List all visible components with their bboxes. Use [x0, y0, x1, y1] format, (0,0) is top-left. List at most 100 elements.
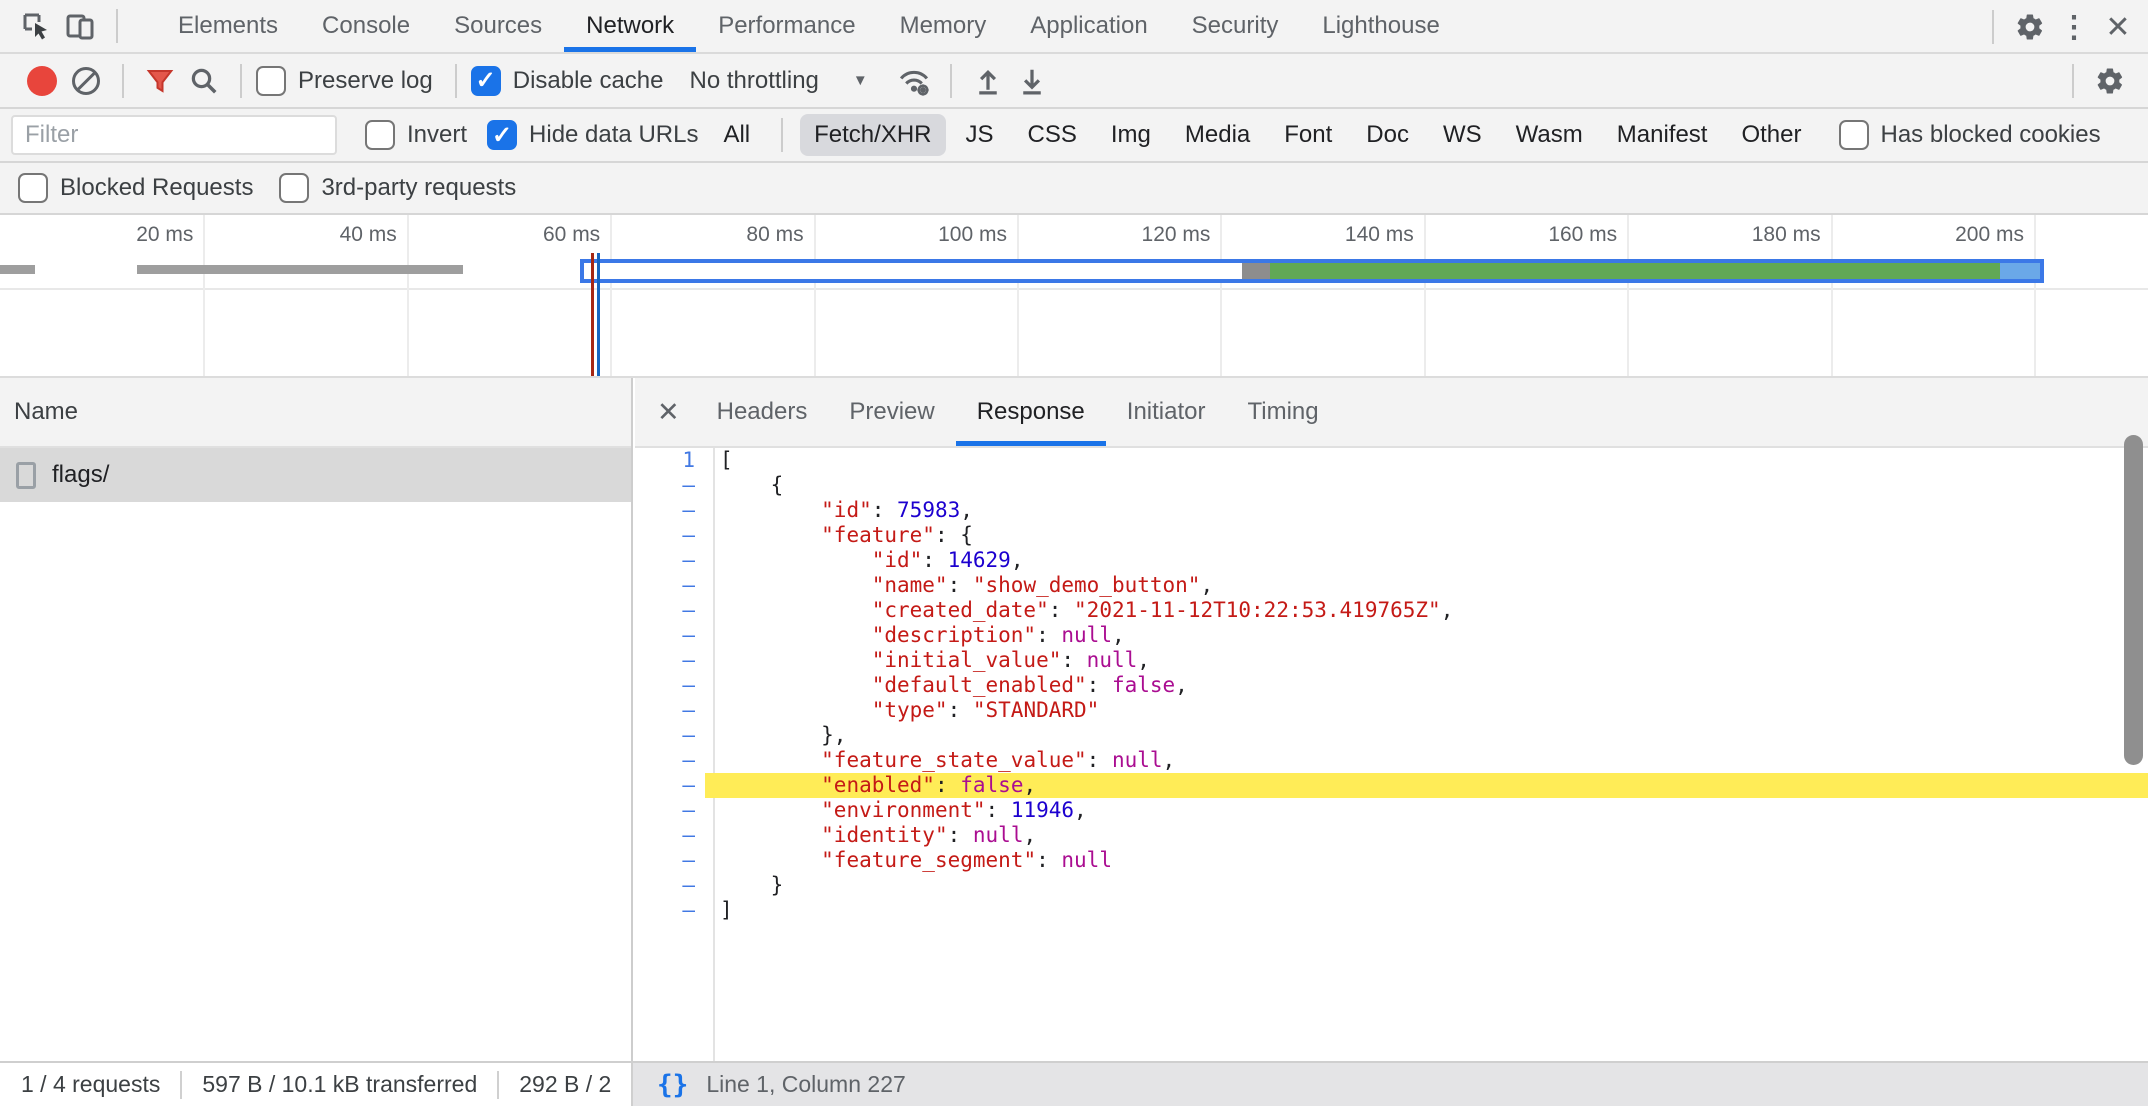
filter-type-img[interactable]: Img: [1097, 114, 1165, 156]
tab-lighthouse[interactable]: Lighthouse: [1300, 0, 1461, 52]
overview-divider: [0, 288, 2148, 290]
filter-type-ws[interactable]: WS: [1429, 114, 1496, 156]
export-har-button[interactable]: [1010, 59, 1054, 103]
hide-data-urls-checkbox[interactable]: ✓: [487, 120, 517, 150]
tab-network[interactable]: Network: [564, 0, 696, 52]
filter-input[interactable]: [11, 115, 337, 155]
invert-label: Invert: [407, 121, 467, 149]
close-devtools-icon[interactable]: ✕: [2096, 5, 2140, 49]
detail-tab-initiator[interactable]: Initiator: [1106, 378, 1227, 446]
line-number: –: [635, 898, 705, 923]
inspect-element-icon: [20, 10, 52, 42]
throttling-select[interactable]: No throttling ▼: [689, 67, 867, 95]
window-controls: ⋮ ✕: [1978, 0, 2148, 54]
response-viewer[interactable]: 1[– {– "id": 75983,– "feature": {– "id":…: [635, 448, 2148, 1061]
request-row[interactable]: flags/: [0, 448, 631, 502]
request-bar-segment-stalled: [1242, 263, 1270, 279]
tab-console[interactable]: Console: [300, 0, 432, 52]
line-number: –: [635, 598, 705, 623]
line-number: –: [635, 573, 705, 598]
invert-checkbox[interactable]: [365, 120, 395, 150]
filter-type-font[interactable]: Font: [1270, 114, 1346, 156]
tab-application[interactable]: Application: [1008, 0, 1169, 52]
timeline-tick-label: 160 ms: [1548, 223, 1627, 247]
line-number: –: [635, 673, 705, 698]
third-party-requests-label: 3rd-party requests: [321, 174, 516, 202]
filter-type-doc[interactable]: Doc: [1352, 114, 1423, 156]
filter-type-manifest[interactable]: Manifest: [1603, 114, 1722, 156]
filter-type-css[interactable]: CSS: [1014, 114, 1091, 156]
search-button[interactable]: [182, 59, 226, 103]
preserve-log-checkbox[interactable]: [256, 66, 286, 96]
has-blocked-cookies-checkbox[interactable]: [1839, 120, 1869, 150]
code-line: – "created_date": "2021-11-12T10:22:53.4…: [635, 598, 2148, 623]
network-settings-gear-icon[interactable]: [2088, 59, 2132, 103]
timeline-gridline: [1017, 215, 1019, 376]
clear-network-log-button[interactable]: [64, 59, 108, 103]
filter-type-other[interactable]: Other: [1727, 114, 1815, 156]
filter-type-js[interactable]: JS: [952, 114, 1008, 156]
divider: [180, 1071, 182, 1099]
filter-type-wasm[interactable]: Wasm: [1502, 114, 1597, 156]
tab-security[interactable]: Security: [1170, 0, 1301, 52]
timeline-tick-label: 100 ms: [938, 223, 1017, 247]
line-number: –: [635, 473, 705, 498]
document-icon: [16, 462, 36, 489]
transferred-size: 597 B / 10.1 kB transferred: [202, 1071, 477, 1098]
code-line: – "initial_value": null,: [635, 648, 2148, 673]
line-content: "environment": 11946,: [705, 798, 2148, 823]
divider: [122, 64, 124, 98]
device-toolbar-icon[interactable]: [58, 4, 102, 48]
line-content: "id": 14629,: [705, 548, 2148, 573]
blocked-requests-checkbox[interactable]: [18, 173, 48, 203]
close-detail-icon[interactable]: ✕: [657, 397, 680, 428]
request-bar-other[interactable]: [137, 265, 462, 274]
settings-gear-icon[interactable]: [2008, 5, 2052, 49]
request-bar-selected[interactable]: [580, 259, 2044, 283]
request-rows: flags/: [0, 448, 631, 502]
tab-elements[interactable]: Elements: [156, 0, 300, 52]
line-content: "feature_segment": null: [705, 848, 2148, 873]
detail-tab-headers[interactable]: Headers: [696, 378, 829, 446]
timeline-gridline: [1627, 215, 1629, 376]
tab-memory[interactable]: Memory: [878, 0, 1009, 52]
funnel-icon: [145, 66, 175, 96]
timeline-gridline: [1424, 215, 1426, 376]
timeline-gridline: [203, 215, 205, 376]
third-party-requests-checkbox[interactable]: [279, 173, 309, 203]
timeline-gridline: [814, 215, 816, 376]
timeline-gridline: [610, 215, 612, 376]
kebab-menu-icon[interactable]: ⋮: [2052, 5, 2096, 49]
divider: [116, 9, 118, 43]
name-column-header[interactable]: Name: [0, 378, 631, 448]
tab-sources[interactable]: Sources: [432, 0, 564, 52]
import-har-button[interactable]: [966, 59, 1010, 103]
line-content: ]: [705, 898, 2148, 923]
tab-performance[interactable]: Performance: [696, 0, 877, 52]
line-content: "description": null,: [705, 623, 2148, 648]
inspect-element-icon[interactable]: [14, 4, 58, 48]
network-conditions-button[interactable]: [892, 59, 936, 103]
detail-tab-timing[interactable]: Timing: [1226, 378, 1339, 446]
main-tabs: ElementsConsoleSourcesNetworkPerformance…: [156, 0, 1462, 52]
response-code: 1[– {– "id": 75983,– "feature": {– "id":…: [635, 448, 2148, 923]
filter-type-all[interactable]: All: [709, 114, 764, 156]
code-line: – "feature_state_value": null,: [635, 748, 2148, 773]
filter-type-fetchxhr[interactable]: Fetch/XHR: [800, 114, 945, 156]
format-json-icon[interactable]: {}: [657, 1070, 688, 1100]
line-content: [: [705, 448, 2148, 473]
timeline-gridline: [407, 215, 409, 376]
detail-tab-preview[interactable]: Preview: [828, 378, 955, 446]
filter-type-media[interactable]: Media: [1171, 114, 1264, 156]
divider: [781, 118, 783, 152]
line-number: –: [635, 773, 705, 798]
record-network-log-button[interactable]: [20, 59, 64, 103]
disable-cache-checkbox[interactable]: ✓: [471, 66, 501, 96]
network-overview-timeline[interactable]: 20 ms40 ms60 ms80 ms100 ms120 ms140 ms16…: [0, 215, 2148, 378]
filter-toggle-button[interactable]: [138, 59, 182, 103]
response-scrollbar[interactable]: [2124, 435, 2143, 765]
request-bar-segment-download: [1270, 263, 1999, 279]
request-bar-other[interactable]: [0, 265, 35, 274]
status-bar: 1 / 4 requests 597 B / 10.1 kB transferr…: [0, 1061, 2148, 1106]
detail-tab-response[interactable]: Response: [956, 378, 1106, 446]
